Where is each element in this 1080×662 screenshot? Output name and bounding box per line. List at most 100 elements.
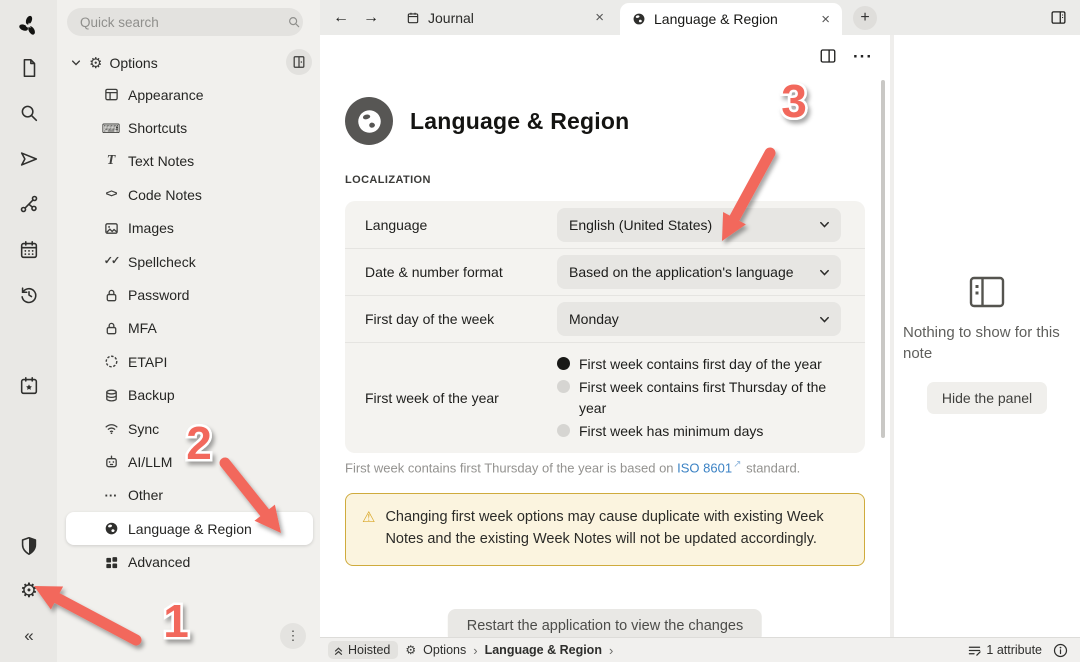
settings-gear-icon[interactable]: ⚙ (17, 579, 41, 603)
tab-journal[interactable]: Journal × (394, 0, 616, 35)
radio-option-minimum-days[interactable]: First week has minimum days (557, 421, 847, 441)
attributes-button[interactable]: 1 attribute (968, 643, 1042, 657)
sidebar-item-shortcuts[interactable]: ⌨ Shortcuts (57, 111, 320, 144)
recent-changes-icon[interactable] (17, 283, 41, 307)
kebab-icon: ⋮ (287, 628, 300, 644)
sidebar-item-other[interactable]: ··· Other (57, 479, 320, 512)
hide-panel-button[interactable]: Hide the panel (927, 382, 1047, 414)
radio-unselected-icon[interactable] (557, 424, 570, 437)
close-tab-icon[interactable]: × (595, 9, 604, 26)
note-tree-panel: ⚙ Options Appearance ⌨ Shortcuts T Text … (57, 0, 320, 662)
sidebar-item-password[interactable]: Password (57, 278, 320, 311)
radio-selected-icon[interactable] (557, 357, 570, 370)
gear-icon: ⚙ (405, 644, 416, 656)
date-format-select[interactable]: Based on the application's language (557, 255, 841, 289)
info-icon[interactable] (1053, 643, 1068, 658)
app-window: ⚙ « ⚙ Options Appearance (0, 0, 1080, 662)
calendar-icon[interactable] (17, 238, 41, 262)
radio-label: First week contains first Thursday of th… (579, 377, 847, 418)
empty-panel-message: Nothing to show for this note (903, 322, 1071, 364)
tree-item-label: MFA (128, 320, 157, 336)
sidebar-item-sync[interactable]: Sync (57, 412, 320, 445)
breadcrumb-options[interactable]: Options (423, 643, 466, 657)
split-view-icon[interactable] (819, 47, 837, 65)
radio-unselected-icon[interactable] (557, 380, 570, 393)
sidebar-item-backup[interactable]: Backup (57, 379, 320, 412)
note-icon-badge (345, 97, 393, 145)
search-input[interactable] (67, 8, 303, 36)
breadcrumb-current[interactable]: Language & Region (485, 643, 602, 657)
localization-card: Language English (United States) Date & … (345, 201, 865, 453)
page-title: Language & Region (410, 108, 629, 135)
note-detail-pane: ··· Language & Region LOCALIZATION Langu… (320, 35, 890, 637)
empty-panel-icon (968, 275, 1006, 309)
search-icon[interactable] (17, 101, 41, 125)
tree-item-label: Spellcheck (128, 254, 196, 270)
chevron-right-icon: › (609, 644, 613, 657)
selected-value: Based on the application's language (569, 264, 794, 280)
keyboard-icon: ⌨ (103, 120, 119, 136)
language-select[interactable]: English (United States) (557, 208, 841, 242)
tree-menu-button[interactable]: ⋮ (280, 623, 306, 649)
note-map-icon[interactable] (17, 192, 41, 216)
tab-label: Journal (428, 10, 587, 26)
protected-session-icon[interactable] (17, 534, 41, 558)
hoisted-label: Hoisted (348, 643, 390, 657)
tree-item-label: ETAPI (128, 354, 167, 370)
dots-icon: ··· (103, 487, 119, 503)
gear-icon: ⚙ (89, 56, 102, 71)
history-back-button[interactable]: ← (326, 9, 356, 27)
tab-label: Language & Region (654, 11, 813, 27)
tab-language-region[interactable]: Language & Region × (620, 3, 842, 35)
warning-icon: ⚠ (362, 507, 375, 551)
collapse-rail-icon[interactable]: « (17, 624, 41, 648)
tree-item-label: Language & Region (128, 521, 252, 537)
tree-item-label: Backup (128, 387, 175, 403)
tree-item-options[interactable]: ⚙ Options (57, 48, 320, 78)
tree-item-label: Code Notes (128, 187, 202, 203)
setting-label: Date & number format (365, 264, 557, 280)
setting-row-date-format: Date & number format Based on the applic… (345, 248, 865, 295)
new-note-icon[interactable] (17, 56, 41, 80)
badge-icon (103, 354, 119, 370)
sidebar-item-code-notes[interactable]: <> Code Notes (57, 178, 320, 211)
sidebar-item-images[interactable]: Images (57, 212, 320, 245)
more-options-icon[interactable]: ··· (853, 48, 873, 65)
tree-item-label: Images (128, 220, 174, 236)
tree-item-label: Advanced (128, 554, 190, 570)
tree-item-label: Text Notes (128, 153, 194, 169)
tree-item-label: AI/LLM (128, 454, 172, 470)
sidebar-item-appearance[interactable]: Appearance (57, 78, 320, 111)
content-scrollbar[interactable] (881, 80, 885, 438)
sidebar-item-text-notes[interactable]: T Text Notes (57, 145, 320, 178)
database-icon (103, 387, 119, 403)
radio-option-first-thursday[interactable]: First week contains first Thursday of th… (557, 377, 847, 418)
chevrons-up-icon (333, 645, 344, 656)
tab-bar: ← → Journal × Language & Region × + (320, 0, 1080, 35)
jump-to-icon[interactable] (17, 147, 41, 171)
sidebar-item-language-region[interactable]: Language & Region (66, 512, 313, 545)
chevron-down-icon (818, 313, 831, 326)
iso-8601-link[interactable]: ISO 8601 (677, 460, 732, 475)
history-forward-button[interactable]: → (356, 9, 386, 27)
today-journal-icon[interactable] (17, 374, 41, 398)
toggle-right-panel-icon[interactable] (1050, 9, 1067, 26)
sidebar-item-ai-llm[interactable]: AI/LLM (57, 445, 320, 478)
setting-label: First week of the year (365, 390, 557, 406)
hoisted-chip[interactable]: Hoisted (328, 641, 398, 659)
sidebar-item-spellcheck[interactable]: ✓✓ Spellcheck (57, 245, 320, 278)
radio-option-first-day[interactable]: First week contains first day of the yea… (557, 354, 847, 374)
sidebar-item-advanced[interactable]: Advanced (57, 545, 320, 578)
iso-hint-text: First week contains first Thursday of th… (345, 459, 800, 475)
sidebar-item-etapi[interactable]: ETAPI (57, 345, 320, 378)
trilium-logo-icon (17, 14, 41, 38)
close-tab-icon[interactable]: × (821, 11, 830, 28)
new-tab-button[interactable]: + (853, 6, 877, 30)
first-day-select[interactable]: Monday (557, 302, 841, 336)
sidebar-item-mfa[interactable]: MFA (57, 312, 320, 345)
setting-label: First day of the week (365, 311, 557, 327)
chevron-down-icon[interactable] (70, 57, 82, 69)
tree-item-label: Other (128, 487, 163, 503)
chevron-down-icon (818, 266, 831, 279)
robot-icon (103, 454, 119, 470)
